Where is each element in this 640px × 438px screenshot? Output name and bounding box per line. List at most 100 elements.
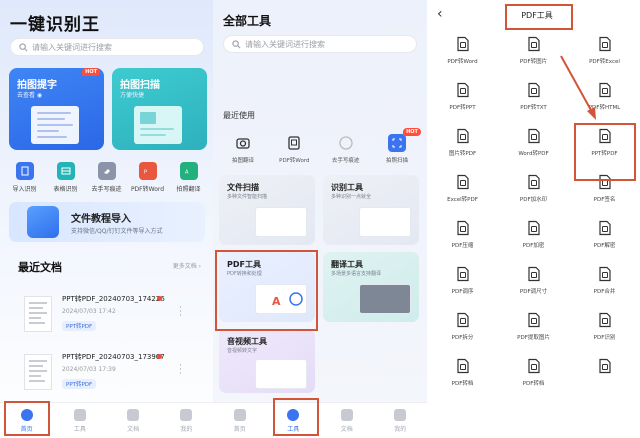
docs-icon <box>340 409 353 421</box>
category-subtitle: 多场景多语言支持翻译 <box>331 271 382 277</box>
tool-label: PDF转HTML <box>588 105 621 111</box>
tab-mine[interactable]: 我的 <box>160 403 213 438</box>
category-file-scan[interactable]: 文件扫描 多种文件智能扫描 <box>219 175 315 245</box>
tool-pdf-recognize[interactable]: PDF识别 <box>569 312 640 356</box>
quick-tools: 导入识别 表格识别 去手写痕迹 P PDF转Word A 拍照翻译 <box>0 162 213 193</box>
pdf-tools-screen: ‹ PDF工具 PDF转Word PDF转图片 PDF转Excel PDF转PPT PD… <box>427 0 640 438</box>
category-translate-tools[interactable]: 翻译工具 多场景多语言支持翻译 <box>323 252 419 322</box>
tool-label: 去手写痕迹 <box>91 186 122 193</box>
tool-photo-translate[interactable]: A 拍照翻译 <box>169 162 209 193</box>
document-icon <box>598 82 611 98</box>
tool-pdf-resize[interactable]: PDF调尺寸 <box>498 266 569 310</box>
document-icon <box>456 174 469 190</box>
svg-text:A: A <box>185 170 189 176</box>
bottom-tab-bar: 首页 工具 文档 我的 <box>213 402 427 438</box>
tool-pdf-to-ppt[interactable]: PDF转PPT <box>427 82 498 126</box>
back-icon[interactable]: ‹ <box>437 6 443 22</box>
list-item[interactable]: PPT转PDF_20240703_173907 2024/07/03 17:39… <box>20 352 200 400</box>
tool-pdf-decrypt[interactable]: PDF解密 <box>569 220 640 264</box>
tool-pdf-extra[interactable] <box>569 358 640 402</box>
tool-table-recognize[interactable]: 表格识别 <box>46 162 86 193</box>
more-options-icon[interactable]: · · · <box>179 304 182 321</box>
recent-tool-remove-handwriting[interactable]: 去手写痕迹 <box>322 134 370 164</box>
tool-image-to-pdf[interactable]: 图片转PDF <box>427 128 498 172</box>
tool-pdf-to-word[interactable]: P PDF转Word <box>128 162 168 193</box>
category-subtitle: 多种文件智能扫描 <box>227 194 268 200</box>
tool-word-to-pdf[interactable]: Word转PDF <box>498 128 569 172</box>
tool-pdf-to-image[interactable]: PDF转图片 <box>498 36 569 80</box>
banner-subtitle: 支持微信/QQ/钉钉文件等导入方式 <box>71 228 163 235</box>
document-icon <box>527 220 540 236</box>
tool-excel-to-pdf[interactable]: Excel转PDF <box>427 174 498 218</box>
tool-pdf-compress[interactable]: PDF压缩 <box>427 220 498 264</box>
tool-pdf-extract-images[interactable]: PDF提取图片 <box>498 312 569 356</box>
tab-mine[interactable]: 我的 <box>374 403 428 438</box>
unread-dot <box>157 296 162 301</box>
profile-icon <box>394 409 407 421</box>
tool-label: PDF解密 <box>593 243 616 249</box>
category-audio-video-tools[interactable]: 音视频工具 音视频转文字 <box>219 329 315 393</box>
tool-pdf-split[interactable]: PDF拆分 <box>427 312 498 356</box>
profile-icon <box>180 409 193 421</box>
document-icon <box>527 36 540 52</box>
tool-label: PDF拆分 <box>451 335 474 341</box>
more-docs-link[interactable]: 更多文档 › <box>173 261 201 270</box>
pdf-icon: P <box>138 162 157 180</box>
photo-scan-card[interactable]: 拍图扫描 方便快捷 <box>112 68 207 150</box>
file-name: PPT转PDF_20240703_173907 <box>62 353 165 361</box>
tool-pdf-reorder[interactable]: PDF调序 <box>427 266 498 310</box>
document-icon <box>598 358 611 374</box>
highlight-box-home-tab <box>4 401 50 436</box>
tool-label: PDF转Excel <box>589 59 620 65</box>
document-icon <box>598 220 611 236</box>
scan-icon <box>387 134 406 152</box>
tool-label: PDF转PPT <box>449 105 476 111</box>
document-icon <box>527 174 540 190</box>
tool-import-recognize[interactable]: 导入识别 <box>5 162 45 193</box>
tab-tools[interactable]: 工具 <box>53 403 106 438</box>
category-recognize-tools[interactable]: 识别工具 多种识别一点就全 <box>323 175 419 245</box>
photo-text-subtitle: 去查看 ◉ <box>17 92 43 99</box>
more-options-icon[interactable]: · · · <box>179 362 182 379</box>
document-icon <box>527 358 540 374</box>
search-icon <box>232 39 241 48</box>
tool-pdf-encrypt[interactable]: PDF加密 <box>498 220 569 264</box>
tool-label: 导入识别 <box>12 186 37 193</box>
document-icon <box>456 220 469 236</box>
tool-label: 去手写痕迹 <box>331 158 360 164</box>
scan-illustration <box>134 106 182 144</box>
file-thumbnail <box>24 354 52 390</box>
tab-home[interactable]: 首页 <box>213 403 267 438</box>
document-icon <box>456 358 469 374</box>
tool-pdf-watermark[interactable]: PDF加水印 <box>498 174 569 218</box>
recent-tool-photo-translate[interactable]: 拍图翻译 <box>219 134 267 164</box>
tool-remove-handwriting[interactable]: 去手写痕迹 <box>87 162 127 193</box>
tab-docs[interactable]: 文档 <box>107 403 160 438</box>
tool-label: Excel转PDF <box>447 197 478 203</box>
recent-docs-title: 最近文档 <box>18 261 62 274</box>
tool-label: 拍照翻译 <box>176 186 201 193</box>
tool-pdf-to-html[interactable]: PDF转HTML <box>569 82 640 126</box>
document-icon <box>527 312 540 328</box>
recent-tool-photo-scan[interactable]: HOT 拍照扫描 <box>373 128 421 164</box>
category-title: 翻译工具 <box>331 260 363 269</box>
tool-pdf-convert-b[interactable]: PDF转档 <box>498 358 569 402</box>
tab-docs[interactable]: 文档 <box>320 403 374 438</box>
category-subtitle: 多种识别一点就全 <box>331 194 372 200</box>
tool-pdf-merge[interactable]: PDF合并 <box>569 266 640 310</box>
tool-pdf-to-excel[interactable]: PDF转Excel <box>569 36 640 80</box>
search-input[interactable]: 请输入关键词进行搜索 <box>10 38 204 56</box>
tool-label: PDF提取图片 <box>517 335 550 341</box>
file-import-banner[interactable]: 文件教程导入 支持微信/QQ/钉钉文件等导入方式 <box>9 202 205 242</box>
tool-pdf-convert-a[interactable]: PDF转档 <box>427 358 498 402</box>
document-icon <box>456 312 469 328</box>
list-item[interactable]: PPT转PDF_20240703_174226 2024/07/03 17:42… <box>20 294 200 342</box>
banner-title: 文件教程导入 <box>71 214 131 225</box>
tool-label: 拍图翻译 <box>231 158 254 164</box>
recent-tool-pdf-to-word[interactable]: PDF转Word <box>270 134 318 164</box>
photo-text-card[interactable]: 拍图提字 去查看 ◉ HOT <box>9 68 104 150</box>
tool-pdf-to-txt[interactable]: PDF转TXT <box>498 82 569 126</box>
search-input[interactable]: 请输入关键词进行搜索 <box>223 35 417 53</box>
camera-icon <box>234 134 252 152</box>
tool-pdf-to-word[interactable]: PDF转Word <box>427 36 498 80</box>
